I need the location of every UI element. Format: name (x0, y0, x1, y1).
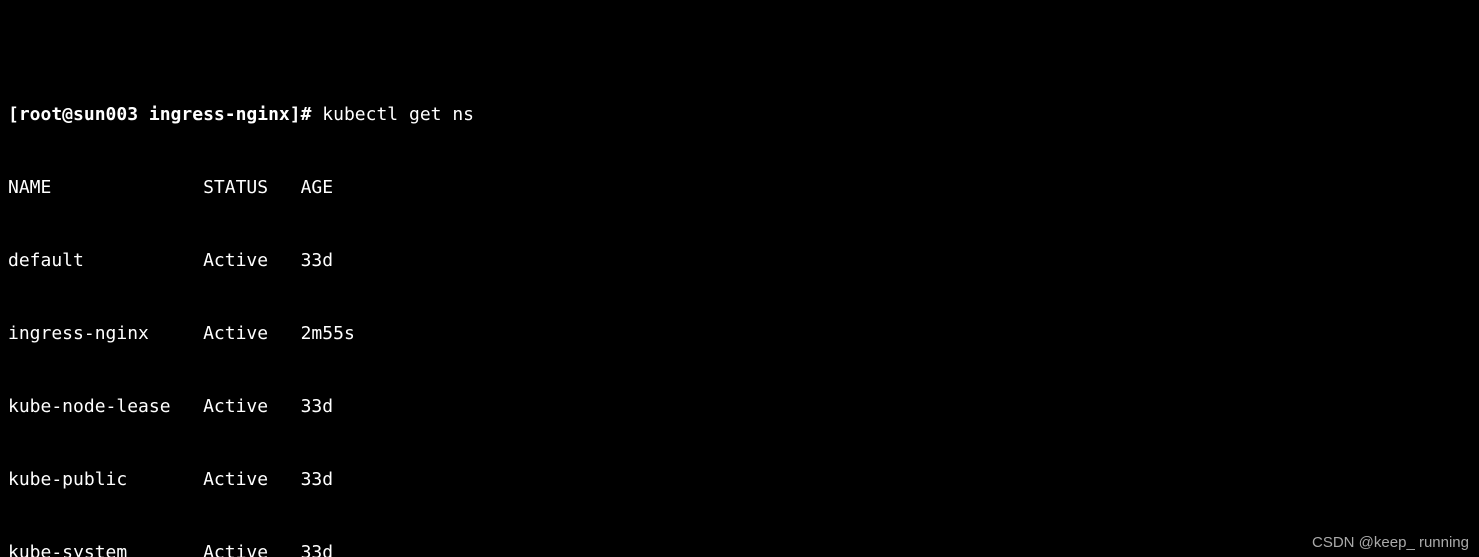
table-row: kube-system Active 33d (8, 541, 1471, 557)
table-row: ingress-nginx Active 2m55s (8, 322, 1471, 346)
table-row: default Active 33d (8, 249, 1471, 273)
table-row: kube-node-lease Active 33d (8, 395, 1471, 419)
terminal-screen[interactable]: [root@sun003 ingress-nginx]# kubectl get… (0, 0, 1479, 557)
table-header: NAME STATUS AGE (8, 176, 1471, 200)
watermark: CSDN @keep_ running (1312, 533, 1469, 553)
table-row: kube-public Active 33d (8, 468, 1471, 492)
shell-prompt: [root@sun003 ingress-nginx]# (8, 104, 322, 125)
command-text: kubectl get ns (322, 104, 474, 125)
